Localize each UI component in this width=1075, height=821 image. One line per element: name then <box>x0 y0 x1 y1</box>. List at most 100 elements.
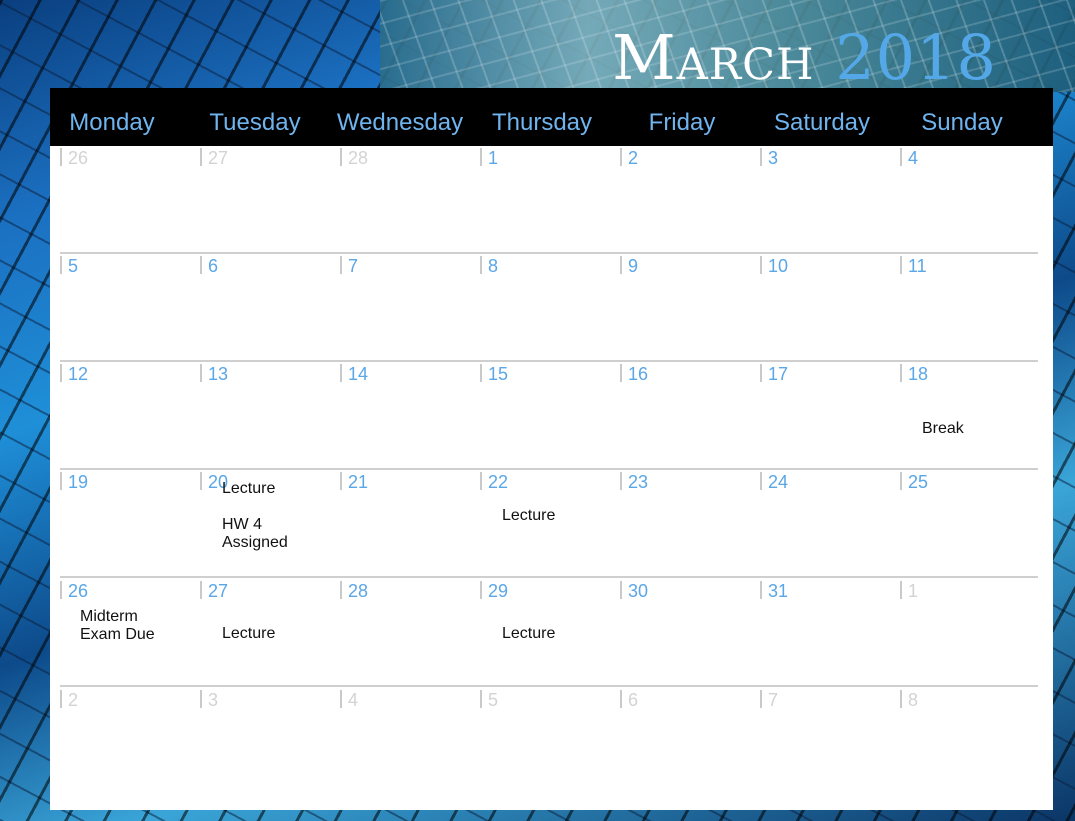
event-label: Lecture <box>222 480 276 497</box>
day-cell[interactable]: 28 <box>330 579 470 687</box>
day-cell[interactable]: 17 <box>750 362 890 470</box>
day-cell[interactable]: 23 <box>610 470 750 578</box>
day-cell[interactable]: 4 <box>330 688 470 796</box>
day-number-other-month: 5 <box>488 690 499 710</box>
cell-divider <box>620 472 622 490</box>
day-number-other-month: 27 <box>208 148 229 168</box>
day-number: 1 <box>488 148 499 168</box>
day-cell[interactable]: 25 <box>890 470 1030 578</box>
cell-divider <box>480 364 482 382</box>
cell-divider <box>480 581 482 599</box>
cell-divider <box>900 364 902 382</box>
day-cell[interactable]: 1 <box>470 146 610 254</box>
cell-divider <box>200 148 202 166</box>
day-cell[interactable]: 27 <box>190 146 330 254</box>
day-number: 4 <box>908 148 919 168</box>
weekday-header-sunday: Sunday <box>921 109 1003 136</box>
cell-divider <box>200 364 202 382</box>
day-cell[interactable]: 22 Lecture <box>470 470 610 578</box>
day-cell[interactable]: 2 <box>50 688 190 796</box>
day-cell[interactable]: 21 <box>330 470 470 578</box>
day-cell[interactable]: 20 Lecture HW 4 Assigned <box>190 470 330 578</box>
day-number: 30 <box>628 581 649 601</box>
calendar-title: March 2018 <box>612 18 997 98</box>
day-cell[interactable]: 7 <box>330 254 470 362</box>
day-cell[interactable]: 11 <box>890 254 1030 362</box>
weekday-header-friday: Friday <box>648 109 716 136</box>
day-number: 5 <box>68 256 79 276</box>
day-cell[interactable]: 8 <box>890 688 1030 796</box>
cell-divider <box>340 364 342 382</box>
day-cell[interactable]: 15 <box>470 362 610 470</box>
day-cell[interactable]: 5 <box>470 688 610 796</box>
cell-divider <box>60 256 62 274</box>
day-cell[interactable]: 18 Break <box>890 362 1030 470</box>
day-number: 28 <box>348 581 369 601</box>
day-cell[interactable]: 10 <box>750 254 890 362</box>
cell-divider <box>340 256 342 274</box>
calendar-grid: Monday Tuesday Wednesday Thursday Friday Satu… <box>50 88 1053 810</box>
day-cell[interactable]: 9 <box>610 254 750 362</box>
day-number: 31 <box>768 581 789 601</box>
weekday-header-monday: Monday <box>69 109 155 136</box>
cell-divider <box>900 256 902 274</box>
cell-divider <box>760 364 762 382</box>
day-cell[interactable]: 26 Midterm Exam Due <box>50 579 190 687</box>
day-number-other-month: 26 <box>68 148 89 168</box>
title-month: March <box>612 21 815 94</box>
day-cell[interactable]: 14 <box>330 362 470 470</box>
event-label: Lecture <box>502 625 556 642</box>
day-cell[interactable]: 24 <box>750 470 890 578</box>
cell-divider <box>620 256 622 274</box>
day-cell[interactable]: 16 <box>610 362 750 470</box>
day-number: 11 <box>908 256 927 276</box>
day-cell[interactable]: 27 Lecture <box>190 579 330 687</box>
day-cell[interactable]: 19 <box>50 470 190 578</box>
title-year: 2018 <box>835 21 997 94</box>
cell-divider <box>760 148 762 166</box>
day-cell[interactable]: 7 <box>750 688 890 796</box>
cell-divider <box>620 690 622 708</box>
day-number: 23 <box>628 472 649 492</box>
day-cell[interactable]: 8 <box>470 254 610 362</box>
day-number: 15 <box>488 364 509 384</box>
day-cell[interactable]: 4 <box>890 146 1030 254</box>
day-number-other-month: 7 <box>768 690 779 710</box>
day-number: 25 <box>908 472 929 492</box>
day-number: 12 <box>68 364 89 384</box>
day-cell[interactable]: 30 <box>610 579 750 687</box>
day-number: 22 <box>488 472 509 492</box>
cell-divider <box>340 148 342 166</box>
event-label: Lecture <box>222 625 276 642</box>
day-cell[interactable]: 2 <box>610 146 750 254</box>
day-cell[interactable]: 6 <box>190 254 330 362</box>
event-label: Lecture <box>502 507 556 524</box>
day-cell[interactable]: 3 <box>190 688 330 796</box>
day-number: 7 <box>348 256 359 276</box>
cell-divider <box>340 472 342 490</box>
cell-divider <box>60 581 62 599</box>
day-number: 9 <box>628 256 639 276</box>
day-number: 6 <box>208 256 219 276</box>
day-cell[interactable]: 29 Lecture <box>470 579 610 687</box>
day-number: 10 <box>768 256 789 276</box>
day-cell[interactable]: 5 <box>50 254 190 362</box>
day-cell[interactable]: 13 <box>190 362 330 470</box>
day-number: 18 <box>908 364 929 384</box>
day-cell[interactable]: 3 <box>750 146 890 254</box>
cell-divider <box>760 256 762 274</box>
day-number: 2 <box>628 148 639 168</box>
day-cell[interactable]: 26 <box>50 146 190 254</box>
cell-divider <box>620 364 622 382</box>
day-number: 13 <box>208 364 229 384</box>
day-cell[interactable]: 6 <box>610 688 750 796</box>
cell-divider <box>200 690 202 708</box>
day-cell[interactable]: 12 <box>50 362 190 470</box>
day-number: 16 <box>628 364 649 384</box>
day-cell[interactable]: 1 <box>890 579 1030 687</box>
day-number-other-month: 8 <box>908 690 919 710</box>
day-cell[interactable]: 31 <box>750 579 890 687</box>
cell-divider <box>200 581 202 599</box>
day-number: 24 <box>768 472 789 492</box>
day-cell[interactable]: 28 <box>330 146 470 254</box>
